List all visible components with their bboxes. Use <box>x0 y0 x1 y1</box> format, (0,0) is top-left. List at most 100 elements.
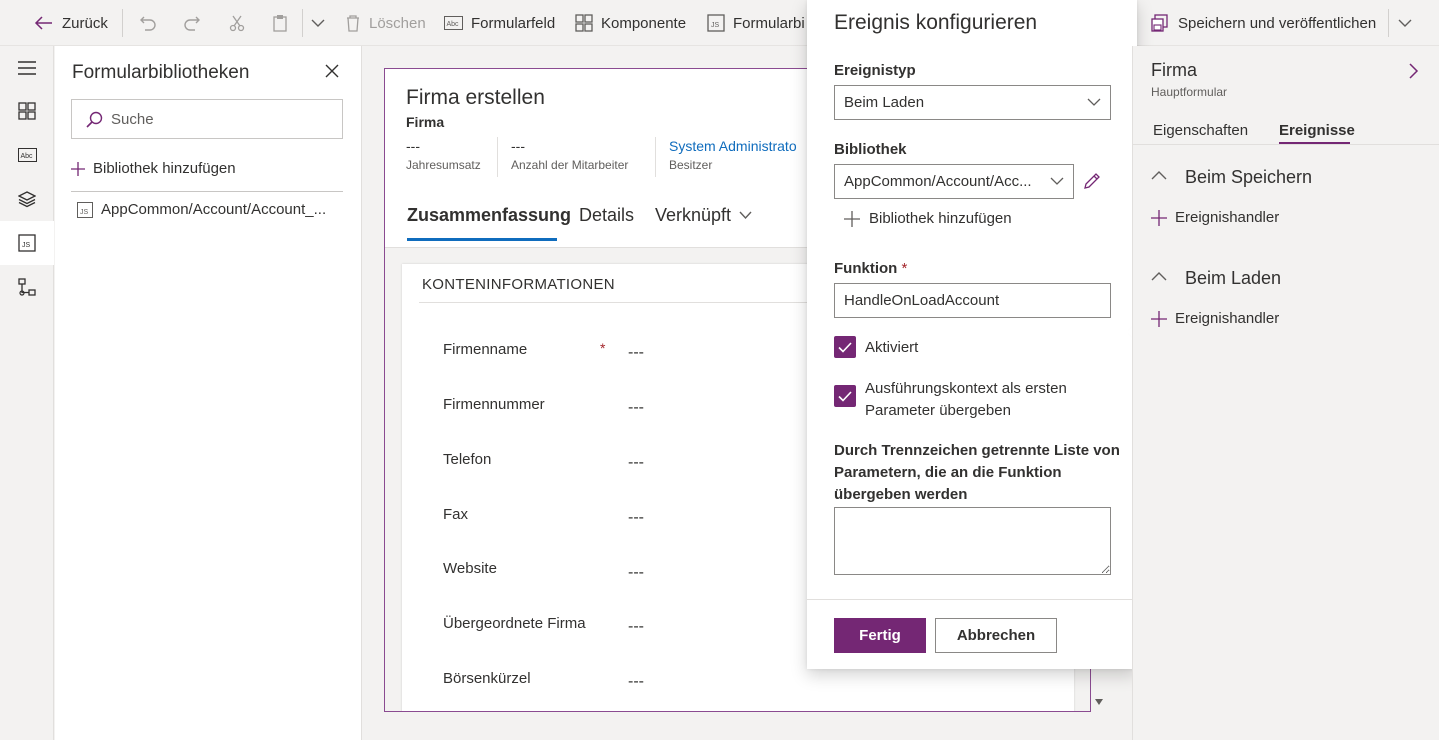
field-label: Firmennummer <box>443 396 545 413</box>
active-tab-indicator <box>407 238 557 241</box>
properties-panel: Firma Hauptformular Eigenschaften Ereign… <box>1132 46 1439 740</box>
form-library-button[interactable]: JS Formularbi <box>707 0 805 46</box>
add-handler-label: Ereignishandler <box>1175 209 1280 226</box>
collapse-panel-button[interactable] <box>1409 63 1419 79</box>
form-libraries-panel: Formularbibliotheken Bibliothek hinzufüg… <box>55 46 362 740</box>
enabled-checkbox[interactable] <box>834 336 856 358</box>
undo-button[interactable] <box>139 0 157 46</box>
header-field-value: --- <box>406 138 420 154</box>
field-value: --- <box>628 618 644 635</box>
divider <box>807 599 1137 600</box>
delete-button[interactable]: Löschen <box>345 0 426 46</box>
component-label: Komponente <box>601 14 687 32</box>
tab-related[interactable]: Verknüpft <box>655 205 731 226</box>
header-field-employees[interactable]: --- Anzahl der Mitarbeiter <box>511 138 628 172</box>
tab-summary[interactable]: Zusammenfassung <box>407 205 571 226</box>
function-label-text: Funktion <box>834 260 898 277</box>
form-field-button[interactable]: Abc Formularfeld <box>444 0 555 46</box>
toolbar-divider <box>302 9 303 37</box>
library-label: Bibliothek <box>834 141 907 158</box>
chevron-down-icon[interactable] <box>739 211 752 220</box>
search-box <box>71 99 343 139</box>
hamburger-icon <box>18 61 36 75</box>
tab-details[interactable]: Details <box>579 205 634 226</box>
checkmark-icon <box>838 341 852 353</box>
pass-context-checkbox[interactable] <box>834 385 856 407</box>
chevron-right-icon <box>1409 63 1419 79</box>
pencil-icon <box>1084 173 1100 189</box>
library-list-item[interactable]: JS AppCommon/Account/Account_... <box>77 201 326 218</box>
rail-components-button[interactable] <box>0 89 54 133</box>
close-panel-button[interactable] <box>324 63 340 79</box>
save-publish-button[interactable]: Speichern und veröffentlichen <box>1150 0 1376 46</box>
header-field-label: Anzahl der Mitarbeiter <box>511 158 629 172</box>
collapse-section-button[interactable] <box>1151 271 1167 281</box>
rail-fields-button[interactable]: Abc <box>0 133 54 177</box>
field-label: Übergeordnete Firma <box>443 615 586 632</box>
paste-button[interactable] <box>271 0 289 46</box>
search-input[interactable] <box>111 110 331 128</box>
svg-text:Abc: Abc <box>447 21 460 28</box>
configure-event-dialog: Ereignis konfigurieren Ereignistyp Beim … <box>807 0 1137 669</box>
done-button[interactable]: Fertig <box>834 618 926 653</box>
panel-subtitle: Hauptformular <box>1151 85 1228 99</box>
field-label: Telefon <box>443 451 492 468</box>
rail-business-rules-button[interactable] <box>0 265 54 309</box>
cut-button[interactable] <box>228 0 246 46</box>
edit-library-button[interactable] <box>1083 172 1101 190</box>
plus-icon <box>844 210 860 227</box>
plus-icon <box>1151 310 1167 327</box>
event-type-label: Ereignistyp <box>834 62 916 79</box>
plus-icon <box>1151 209 1167 226</box>
library-item-label: AppCommon/Account/Account_... <box>101 201 327 218</box>
field-value: --- <box>628 673 644 690</box>
back-button[interactable]: Zurück <box>34 0 108 46</box>
tab-events[interactable]: Ereignisse <box>1279 122 1355 139</box>
scroll-down-arrow[interactable] <box>1094 698 1104 706</box>
params-label: Durch Trennzeichen getrennte Liste von P… <box>834 440 1120 506</box>
rail-form-libraries-button[interactable]: JS <box>0 221 54 265</box>
pass-context-label: Ausführungskontext als ersten Parameter … <box>865 378 1067 422</box>
toolbar-divider <box>122 9 123 37</box>
hamburger-menu-button[interactable] <box>0 46 54 90</box>
section-on-save-title: Beim Speichern <box>1185 167 1313 187</box>
chevron-up-icon <box>1151 272 1167 281</box>
rail-tree-view-button[interactable] <box>0 177 54 221</box>
js-file-icon: JS <box>18 234 36 252</box>
panel-title: Formularbibliotheken <box>72 62 250 83</box>
params-textarea[interactable] <box>834 507 1111 575</box>
field-value: --- <box>628 454 644 471</box>
add-library-link[interactable]: Bibliothek hinzufügen <box>71 160 236 177</box>
owner-link[interactable]: System Administrato <box>669 138 797 154</box>
pass-context-label-line: Parameter übergeben <box>865 402 1011 419</box>
panel-title: Firma <box>1151 60 1197 80</box>
header-field-owner[interactable]: System Administrato Besitzer <box>669 138 797 172</box>
cancel-button[interactable]: Abbrechen <box>935 618 1057 653</box>
checkmark-icon <box>838 390 852 402</box>
undo-icon <box>140 16 156 31</box>
params-label-line: Durch Trennzeichen getrennte Liste von <box>834 442 1120 459</box>
form-field-label: Formularfeld <box>471 14 556 32</box>
add-library-link[interactable]: Bibliothek hinzufügen <box>844 210 1012 227</box>
save-publish-icon <box>1151 14 1168 32</box>
header-field-annual-revenue[interactable]: --- Jahresumsatz <box>406 138 481 172</box>
library-dropdown[interactable]: AppCommon/Account/Acc... <box>834 164 1074 199</box>
svg-text:JS: JS <box>80 209 89 216</box>
event-type-dropdown[interactable]: Beim Laden <box>834 85 1111 120</box>
save-options-dropdown[interactable] <box>1398 0 1412 46</box>
add-event-handler-on-load[interactable]: Ereignishandler <box>1151 310 1279 327</box>
more-dropdown-button[interactable] <box>311 0 325 46</box>
delete-label: Löschen <box>369 14 426 32</box>
redo-icon <box>184 16 200 31</box>
form-entity: Firma <box>406 114 445 130</box>
redo-button[interactable] <box>183 0 201 46</box>
add-event-handler-on-save[interactable]: Ereignishandler <box>1151 209 1279 226</box>
save-publish-label: Speichern und veröffentlichen <box>1178 14 1377 32</box>
collapse-section-button[interactable] <box>1151 170 1167 180</box>
tab-properties[interactable]: Eigenschaften <box>1153 122 1248 139</box>
component-button[interactable]: Komponente <box>575 0 686 46</box>
function-input[interactable] <box>834 283 1111 318</box>
clipboard-icon <box>273 15 287 32</box>
scissors-icon <box>229 15 245 32</box>
field-label: Website <box>443 560 497 577</box>
